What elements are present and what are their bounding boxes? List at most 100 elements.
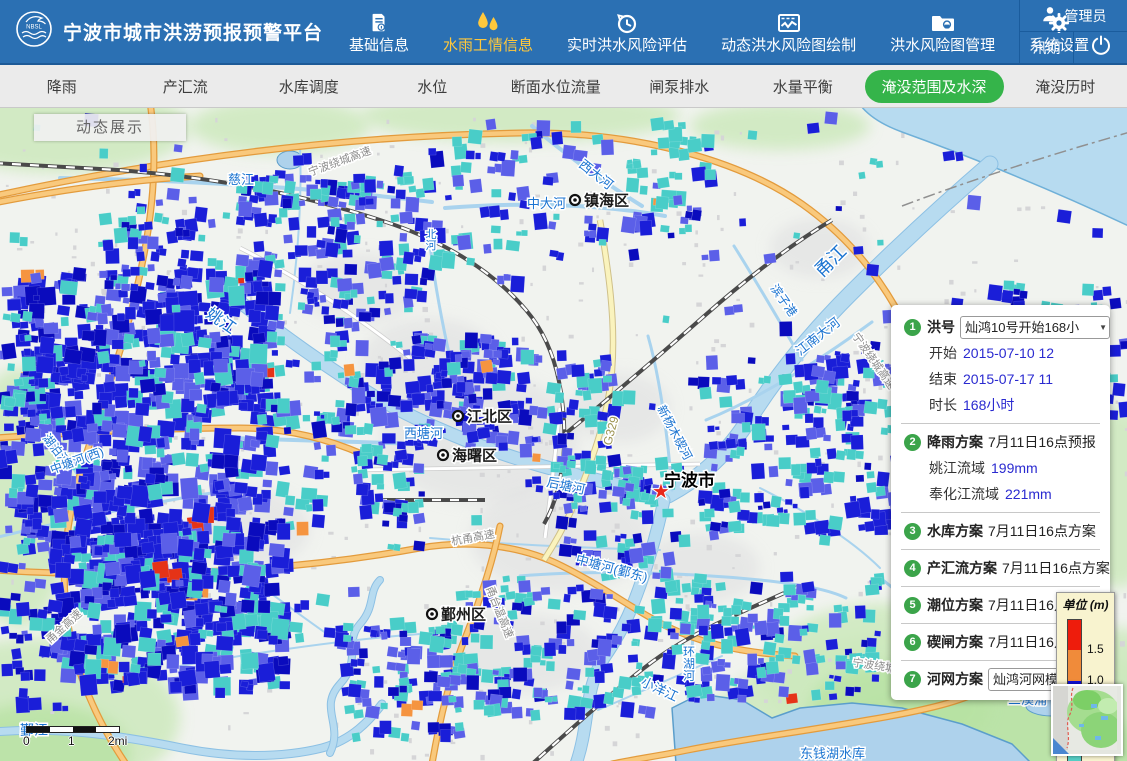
scheme-value: 7月11日16点预报	[988, 432, 1096, 452]
tab-2[interactable]: 产汇流	[124, 65, 248, 107]
panel-divider	[901, 549, 1100, 550]
app-header: NBSL 宁波市城市洪涝预报预警平台 基础信息 水雨工情信息 实时洪水风险评估 动态洪…	[0, 0, 1127, 65]
river-label: 慈江	[228, 172, 254, 187]
nav-item-label: 洪水风险图管理	[890, 38, 995, 53]
scheme-row-3: 3 水库方案7月11日16点方案	[891, 518, 1110, 544]
legend-segment	[1068, 650, 1081, 680]
detail-label: 姚江流域	[929, 458, 985, 478]
power-icon	[1090, 34, 1112, 61]
chevron-down-icon: ▼	[1099, 317, 1107, 338]
scalebar-bar	[26, 726, 120, 733]
user-icon	[1041, 5, 1059, 26]
panel-divider	[901, 586, 1100, 587]
step-number-badge: 6	[904, 634, 921, 651]
scheme-label: 潮位方案	[927, 595, 983, 615]
doc-info-icon	[368, 11, 390, 35]
scheme-value: 7月11日16点方案	[988, 521, 1096, 541]
tab-label: 水库调度	[279, 76, 339, 97]
scheme-dropdown[interactable]: 灿鸿10号开始168小▼	[960, 316, 1110, 339]
scheme-value: 7月11日16点方案	[1002, 558, 1110, 578]
tab-label: 淹没历时	[1035, 76, 1095, 97]
detail-value: 2015-07-10 12	[963, 345, 1054, 361]
season-toggle[interactable]: 汛期	[1020, 32, 1074, 63]
tab-label: 降雨	[47, 76, 77, 97]
tab-9[interactable]: 淹没历时	[1004, 65, 1127, 107]
map-scalebar: 012mi	[26, 726, 156, 756]
nav-item-label: 基础信息	[349, 38, 409, 53]
nav-item-3[interactable]: 实时洪水风险评估	[567, 11, 687, 53]
user-block: 管理员 汛期	[1019, 0, 1127, 63]
user-menu[interactable]: 管理员	[1020, 0, 1127, 32]
legend-segment	[1068, 620, 1081, 650]
overview-minimap[interactable]	[1051, 684, 1123, 756]
river-label: 东钱湖水库	[800, 746, 865, 761]
svg-text:海曙区: 海曙区	[452, 447, 497, 465]
detail-value: 168小时	[963, 395, 1014, 415]
detail-value: 199mm	[991, 460, 1038, 476]
tab-4[interactable]: 水位	[371, 65, 495, 107]
tab-label: 水位	[417, 76, 447, 97]
nav-item-5[interactable]: 洪水风险图管理	[890, 11, 995, 53]
tab-7[interactable]: 水量平衡	[741, 65, 865, 107]
city-label: 宁波市	[664, 470, 715, 490]
detail-label: 开始	[929, 343, 957, 363]
tab-label: 淹没范围及水深	[865, 70, 1004, 103]
app-logo-icon: NBSL	[14, 9, 54, 54]
detail-value: 2015-07-17 11	[963, 371, 1053, 387]
panel-divider	[901, 512, 1100, 513]
river-label: 西塘河	[404, 426, 443, 441]
nav-item-2[interactable]: 水雨工情信息	[443, 11, 533, 53]
panel-divider	[901, 423, 1100, 424]
main-nav: 基础信息水雨工情信息实时洪水风险评估动态洪水风险图绘制洪水风险图管理系统设置	[349, 11, 1089, 53]
tab-label: 产汇流	[163, 76, 208, 97]
step-number-badge: 4	[904, 560, 921, 577]
map-container[interactable]: 中大河西大河慈江北河湖泊河姚江中塘河(西)西塘河后塘河新杨木碶河甬江滨子港江南大…	[0, 108, 1127, 761]
app-title: 宁波市城市洪涝预报预警平台	[63, 18, 323, 45]
flood-detail-row: 开始 2015-07-10 12	[891, 340, 1110, 366]
user-label: 管理员	[1065, 6, 1107, 26]
tab-8[interactable]: 淹没范围及水深	[865, 65, 1004, 107]
tab-label: 水量平衡	[773, 76, 833, 97]
scheme-label: 河网方案	[927, 669, 983, 689]
svg-text:江北区: 江北区	[467, 408, 512, 426]
river-label: 中大河	[527, 196, 566, 211]
tab-3[interactable]: 水库调度	[247, 65, 371, 107]
flood-detail-row: 结束2015-07-17 11	[891, 366, 1110, 392]
nav-item-label: 实时洪水风险评估	[567, 38, 687, 53]
detail-value: 221mm	[1005, 486, 1052, 502]
tab-5[interactable]: 断面水位流量	[494, 65, 618, 107]
river-label: 环湖河	[683, 645, 695, 683]
clock-icon	[615, 11, 639, 35]
step-number-badge: 1	[904, 319, 921, 336]
scheme-row-4: 4产汇流方案7月11日16点方案	[891, 555, 1110, 581]
scheme-row-2: 2 降雨方案7月11日16点预报	[891, 429, 1110, 455]
step-number-badge: 2	[904, 434, 921, 451]
nav-item-1[interactable]: 基础信息	[349, 11, 409, 53]
logout-button[interactable]	[1074, 32, 1127, 63]
sub-nav: 降雨 产汇流 水库调度 水位 断面水位流量 闸泵排水 水量平衡 淹没范围及水深 淹没历时	[0, 65, 1127, 108]
scheme-label: 降雨方案	[927, 432, 983, 452]
legend-title: 单位 (m)	[1057, 596, 1114, 613]
scheme-sub-row: 姚江流域 199mm	[891, 455, 1110, 481]
step-number-badge: 5	[904, 597, 921, 614]
dynamic-display-button[interactable]: 动态展示	[34, 114, 186, 141]
scheme-label: 水库方案	[927, 521, 983, 541]
step-number-badge: 3	[904, 523, 921, 540]
detail-label: 时长	[929, 395, 957, 415]
tab-6[interactable]: 闸泵排水	[618, 65, 742, 107]
minimap-expand-icon[interactable]	[1053, 738, 1069, 754]
scheme-label: 碶闸方案	[927, 632, 983, 652]
detail-label: 奉化江流域	[929, 484, 999, 504]
chart-window-icon	[776, 11, 802, 35]
tab-label: 闸泵排水	[649, 76, 709, 97]
river-label: 北河	[426, 228, 437, 252]
tab-label: 断面水位流量	[511, 76, 601, 97]
nav-item-4[interactable]: 动态洪水风险图绘制	[721, 11, 856, 53]
flood-number-row: 1洪号灿鸿10号开始168小▼	[891, 314, 1110, 340]
flood-detail-row: 时长 168小时	[891, 392, 1110, 418]
scalebar-label: 2mi	[108, 734, 127, 748]
tab-1[interactable]: 降雨	[0, 65, 124, 107]
nav-item-label: 水雨工情信息	[443, 38, 533, 53]
step-number-badge: 7	[904, 671, 921, 688]
svg-text:NBSL: NBSL	[26, 25, 42, 31]
